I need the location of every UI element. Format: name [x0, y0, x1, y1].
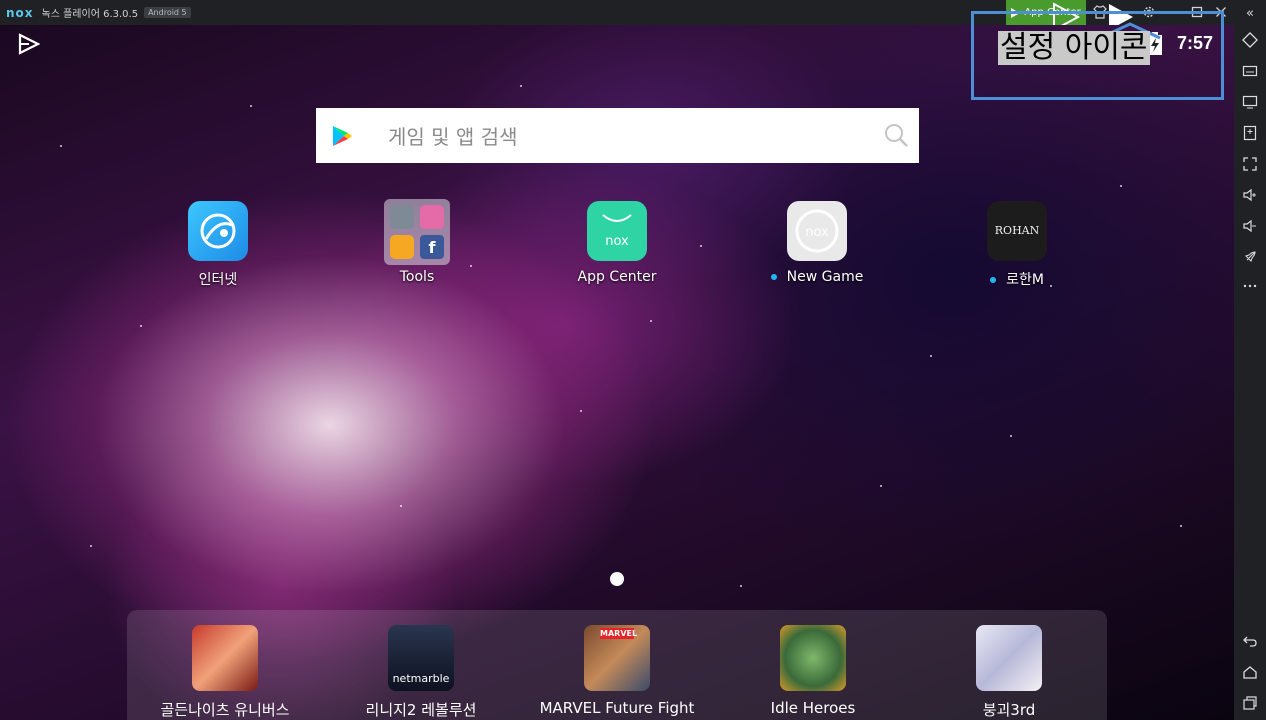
screen-icon[interactable]	[1241, 93, 1259, 111]
tools-folder-icon: f	[384, 199, 450, 265]
rohan-icon: ROHAN	[987, 201, 1047, 261]
app-app-center[interactable]: nox App Center	[557, 201, 677, 285]
more-icon[interactable]	[1241, 277, 1259, 295]
nox-logo: nox	[6, 5, 34, 20]
app-center-icon: nox	[587, 201, 647, 261]
idle-heroes-icon	[780, 625, 846, 691]
android-version-badge: Android 5	[144, 7, 191, 18]
honkai-icon	[976, 625, 1042, 691]
dock-app-lineage2[interactable]: netmarble 리니지2 레볼루션	[331, 625, 511, 720]
app-dock: 골든나이츠 유니버스 netmarble 리니지2 레볼루션 MARVEL MA…	[127, 610, 1107, 720]
search-icon[interactable]	[883, 122, 909, 148]
volume-down-icon[interactable]	[1241, 217, 1259, 235]
app-label: Tools	[399, 269, 435, 285]
app-internet[interactable]: 인터넷	[158, 201, 278, 289]
dock-app-honkai[interactable]: 붕괴3rd	[919, 625, 1099, 720]
app-new-game[interactable]: nox New Game	[757, 201, 877, 285]
back-icon[interactable]	[1241, 632, 1259, 650]
app-tools-folder[interactable]: f Tools	[357, 199, 477, 285]
volume-up-icon[interactable]	[1241, 186, 1259, 204]
annotation-label: 설정 아이콘	[998, 30, 1150, 65]
keyboard-icon[interactable]	[1241, 62, 1259, 80]
google-play-icon	[333, 125, 352, 146]
svg-text:nox: nox	[805, 225, 829, 240]
dock-app-label: 리니지2 레볼루션	[365, 701, 477, 719]
dock-app-label: Idle Heroes	[770, 699, 856, 717]
new-badge-dot	[990, 277, 997, 283]
nox-launcher-icon[interactable]	[18, 33, 40, 55]
home-icon[interactable]	[1241, 663, 1259, 681]
new-game-icon: nox	[787, 201, 847, 261]
page-indicator	[610, 572, 624, 586]
fullscreen-icon[interactable]	[1241, 155, 1259, 173]
rotate-icon[interactable]	[1241, 31, 1259, 49]
internet-icon	[188, 201, 248, 261]
fps-icon[interactable]	[1241, 124, 1259, 142]
lineage2-icon: netmarble	[388, 625, 454, 691]
app-label: 로한M	[957, 269, 1077, 289]
dock-app-golden-knights[interactable]: 골든나이츠 유니버스	[135, 625, 315, 720]
dock-app-label: MARVEL Future Fight	[539, 699, 695, 717]
rocket-icon[interactable]	[1241, 248, 1259, 266]
dock-app-label: 골든나이츠 유니버스	[160, 701, 290, 719]
collapse-toolbar-icon[interactable]: «	[1241, 4, 1259, 22]
svg-text:nox: nox	[605, 234, 629, 249]
app-label: 인터넷	[198, 272, 238, 288]
recents-icon[interactable]	[1241, 694, 1259, 712]
search-placeholder: 게임 및 앱 검색	[388, 125, 518, 149]
dock-app-marvel[interactable]: MARVEL MARVEL Future Fight	[527, 625, 707, 717]
marvel-future-fight-icon: MARVEL	[584, 625, 650, 691]
golden-knights-icon	[192, 625, 258, 691]
app-label: App Center	[577, 269, 657, 285]
app-label: New Game	[757, 269, 877, 285]
dock-app-idle-heroes[interactable]: Idle Heroes	[723, 625, 903, 717]
android-home-screen: 7:57 게임 및 앱 검색 인터넷 f Tools nox App Cente…	[0, 25, 1234, 720]
dock-app-label: 붕괴3rd	[982, 701, 1036, 719]
window-title: 녹스 플레이어 6.3.0.5	[41, 9, 139, 20]
new-badge-dot	[770, 274, 777, 280]
app-rohan[interactable]: ROHAN 로한M	[957, 201, 1077, 289]
emulator-window: nox 녹스 플레이어 6.3.0.5 Android 5 App Center	[0, 0, 1266, 720]
search-bar[interactable]: 게임 및 앱 검색	[316, 108, 919, 163]
emulator-toolbar: «	[1234, 0, 1266, 720]
